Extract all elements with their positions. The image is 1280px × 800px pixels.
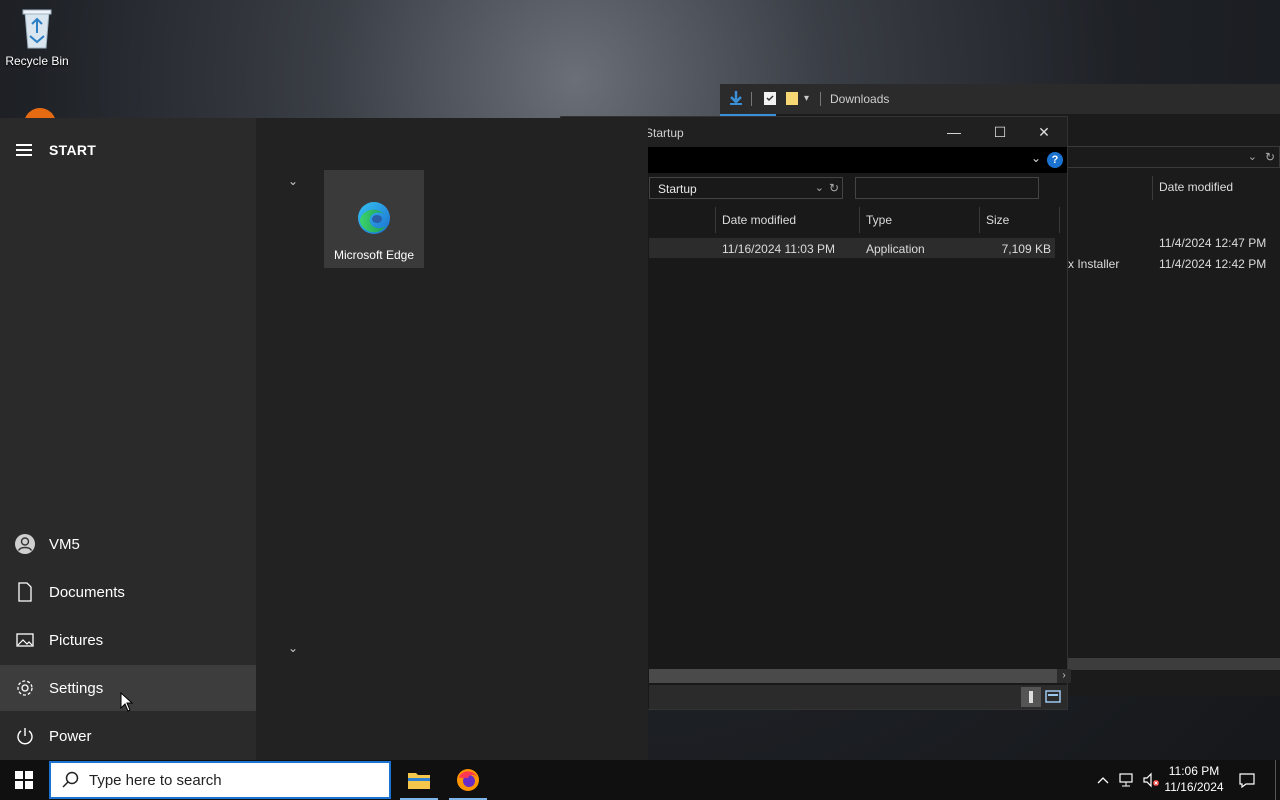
pictures-icon — [14, 629, 36, 651]
windows-logo-icon — [15, 771, 33, 789]
user-icon — [14, 533, 36, 555]
downloads-row-date: 11/4/2024 12:47 PM — [1159, 236, 1267, 250]
edge-icon — [356, 200, 392, 236]
column-date-modified[interactable]: Date modified — [716, 207, 860, 233]
recycle-bin-icon — [17, 6, 57, 50]
start-nav-pane: START VM5 Documents Pictures Settings Po… — [0, 118, 256, 760]
download-arrow-icon[interactable] — [728, 90, 744, 106]
start-header: START — [16, 140, 96, 160]
file-type: Application — [866, 242, 925, 256]
column-size[interactable]: Size — [980, 207, 1060, 233]
taskbar: Type here to search 11:06 PM 11/16/2024 — [0, 760, 1280, 800]
downloads-address-bar[interactable]: ⌄ ↻ — [1060, 146, 1280, 168]
downloads-col-date[interactable]: Date modified — [1152, 176, 1280, 200]
power-icon — [14, 725, 36, 747]
file-size: 7,109 KB — [1001, 242, 1051, 256]
recycle-bin-shortcut[interactable]: Recycle Bin — [4, 6, 70, 68]
clock-time: 11:06 PM — [1168, 764, 1220, 778]
horizontal-scrollbar[interactable]: › — [649, 669, 1071, 683]
expand-ribbon-icon[interactable]: ⌄ — [1031, 151, 1041, 165]
downloads-scrollbar[interactable] — [1068, 658, 1280, 670]
collapse-group-icon[interactable]: ⌄ — [288, 641, 298, 655]
nav-item-label: VM5 — [49, 535, 80, 553]
firefox-icon — [457, 769, 479, 791]
document-icon — [14, 581, 36, 603]
column-name[interactable] — [649, 207, 716, 233]
gear-icon — [14, 677, 36, 699]
search-icon — [61, 770, 81, 790]
show-desktop-button[interactable] — [1275, 760, 1276, 800]
nav-item-label: Documents — [49, 583, 125, 601]
nav-item-label: Power — [49, 727, 92, 745]
address-text: Startup — [658, 182, 697, 196]
nav-item-label: Pictures — [49, 631, 104, 649]
chevron-down-icon[interactable]: ⌄ — [815, 181, 824, 194]
taskbar-file-explorer[interactable] — [398, 760, 440, 800]
taskbar-clock[interactable]: 11:06 PM 11/16/2024 — [1158, 763, 1230, 795]
show-hidden-icons-chevron-icon[interactable] — [1094, 760, 1112, 800]
properties-icon[interactable] — [762, 90, 778, 106]
details-view-button[interactable] — [1021, 687, 1041, 707]
maximize-button[interactable]: ☐ — [977, 117, 1023, 147]
large-icons-view-button[interactable] — [1043, 687, 1063, 707]
new-folder-icon[interactable] — [784, 90, 800, 106]
refresh-icon[interactable]: ↻ — [829, 181, 839, 195]
hamburger-menu-icon[interactable] — [16, 144, 32, 156]
tile-microsoft-edge[interactable]: Microsoft Edge — [324, 170, 424, 268]
start-title: START — [49, 142, 97, 158]
folder-icon — [408, 773, 430, 789]
taskbar-search-box[interactable]: Type here to search — [49, 761, 391, 799]
nav-item-documents[interactable]: Documents — [0, 569, 256, 615]
action-center-icon[interactable] — [1236, 760, 1258, 800]
nav-item-user[interactable]: VM5 — [0, 521, 256, 567]
startup-address-bar[interactable]: Startup ⌄ ↻ — [649, 177, 843, 199]
minimize-button[interactable]: — — [931, 117, 977, 147]
clock-date: 11/16/2024 — [1164, 780, 1224, 794]
collapse-group-icon[interactable]: ⌄ — [288, 174, 298, 188]
chevron-down-icon[interactable]: ⌄ — [1248, 150, 1257, 163]
nav-item-label: Settings — [49, 679, 104, 697]
scroll-right-icon[interactable]: › — [1057, 669, 1071, 683]
startup-title: Startup — [645, 126, 684, 140]
file-row[interactable]: 11/16/2024 11:03 PM Application 7,109 KB — [649, 238, 1055, 258]
refresh-icon[interactable]: ↻ — [1265, 150, 1275, 164]
start-menu: START VM5 Documents Pictures Settings Po… — [0, 118, 648, 760]
help-button[interactable]: ? — [1047, 152, 1063, 168]
nav-item-pictures[interactable]: Pictures — [0, 617, 256, 663]
close-button[interactable]: ✕ — [1021, 117, 1067, 147]
nav-item-power[interactable]: Power — [0, 713, 256, 759]
column-type[interactable]: Type — [860, 207, 980, 233]
network-icon[interactable] — [1116, 760, 1138, 800]
status-bar — [649, 685, 1067, 709]
file-date: 11/16/2024 11:03 PM — [722, 242, 835, 256]
taskbar-firefox[interactable] — [447, 760, 489, 800]
start-button[interactable] — [0, 760, 48, 800]
downloads-titlebar: ▾ Downloads — [720, 84, 1280, 114]
search-input[interactable] — [855, 177, 1039, 199]
start-tiles-pane: ⌄ Microsoft Edge ⌄ — [256, 118, 648, 760]
tile-label: Microsoft Edge — [333, 248, 415, 262]
recycle-bin-label: Recycle Bin — [5, 54, 69, 68]
mouse-cursor-icon — [120, 691, 134, 712]
search-placeholder: Type here to search — [89, 771, 222, 789]
downloads-row-name[interactable]: x Installer — [1068, 257, 1119, 271]
downloads-row-date: 11/4/2024 12:42 PM — [1159, 257, 1267, 271]
downloads-title: Downloads — [830, 92, 890, 106]
customize-qa-icon[interactable]: ▾ — [804, 93, 820, 109]
